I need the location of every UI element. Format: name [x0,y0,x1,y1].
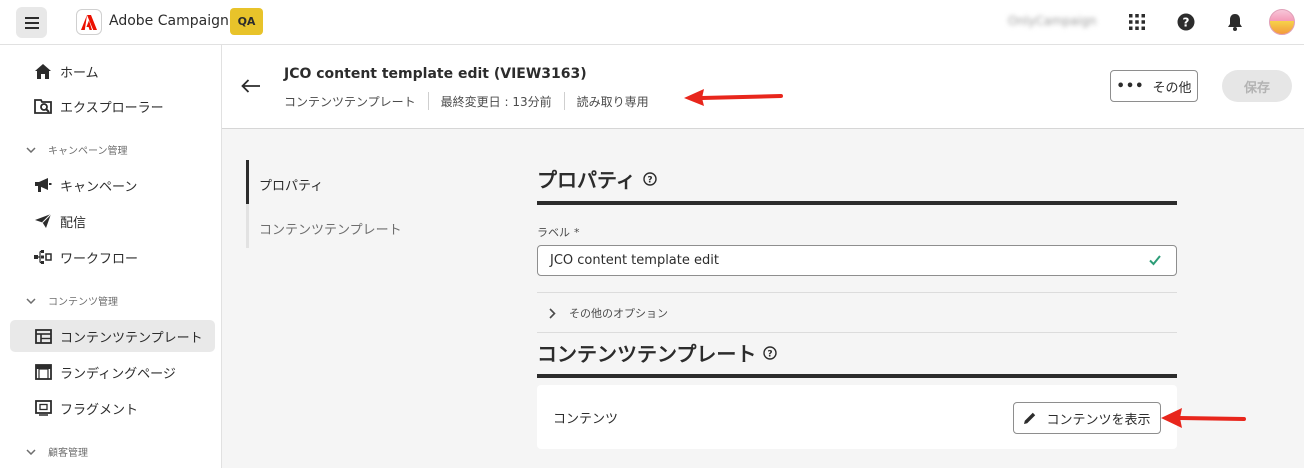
label-input-value: JCO content template edit [550,253,719,268]
chevron-down-icon [26,146,38,153]
help-icon[interactable]: ? [763,345,778,360]
sidebar-group-label: キャンペーン管理 [48,146,128,157]
sidebar-item-fragments[interactable]: フラグメント [10,392,215,424]
last-modified: 最終変更日 : 13分前 [440,94,552,109]
app-title[interactable]: Adobe Campaign [109,13,229,29]
top-bar: Adobe Campaign QA OnlyCampaign ? [0,0,1304,45]
view-content-label: コンテンツを表示 [1046,412,1151,428]
svg-text:?: ? [1183,16,1190,30]
sidebar-item-label: エクスプローラー [60,100,164,116]
sidebar-item-workflows[interactable]: ワークフロー [10,241,215,273]
megaphone-icon [33,175,53,195]
divider [563,92,565,110]
svg-text:?: ? [647,175,652,185]
object-type: コンテンツテンプレート [284,94,416,109]
sidebar-group-label: コンテンツ管理 [48,297,118,308]
section-tab-content-template[interactable]: コンテンツテンプレート [259,219,402,238]
read-only-status: 読み取り専用 [576,94,649,109]
sidebar-item-label: ワークフロー [60,251,139,267]
page-meta: コンテンツテンプレート 最終変更日 : 13分前 読み取り専用 [284,92,649,110]
pencil-icon [1023,411,1037,425]
divider [537,332,1177,333]
content-template-heading: コンテンツテンプレート ? [537,338,778,367]
save-button[interactable]: 保存 [1222,70,1292,102]
more-options-toggle[interactable]: その他のオプション [549,305,668,321]
required-marker: * [574,226,580,239]
section-divider [537,201,1177,205]
environment-badge: QA [230,8,263,35]
checkmark-icon [1148,253,1162,271]
sidebar-group-content-management[interactable]: コンテンツ管理 [26,293,118,308]
section-nav-indicator [246,160,249,204]
sidebar-item-label: キャンペーン [60,179,138,195]
landing-page-icon [33,362,53,382]
svg-text:?: ? [768,349,773,359]
more-icon: ••• [1116,78,1145,94]
divider [537,292,1177,293]
section-title-text: コンテンツテンプレート [537,342,757,366]
sidebar-group-label: 顧客管理 [48,448,88,459]
chevron-down-icon [26,297,38,304]
content-card: コンテンツ コンテンツを表示 [537,385,1177,449]
more-button-label: その他 [1152,80,1192,96]
chevron-down-icon [26,448,38,455]
sidebar-item-home[interactable]: ホーム [10,55,215,87]
menu-icon[interactable] [16,7,47,38]
chevron-right-icon [549,307,556,319]
sidebar-item-label: フラグメント [60,402,139,418]
template-icon [33,326,53,346]
sidebar-item-explorer[interactable]: エクスプローラー [10,90,215,122]
user-avatar[interactable] [1269,9,1295,35]
sidebar-item-label: コンテンツテンプレート [60,330,203,346]
explorer-icon [33,96,53,116]
section-tab-properties[interactable]: プロパティ [259,175,323,194]
sidebar-item-landing-pages[interactable]: ランディングページ [10,356,215,388]
annotation-arrow-icon [1161,408,1246,428]
more-actions-button[interactable]: ••• その他 [1110,70,1198,102]
notifications-bell-icon[interactable] [1224,11,1246,33]
sidebar-item-deliveries[interactable]: 配信 [10,205,215,237]
fragment-icon [33,398,53,418]
page-title: JCO content template edit (VIEW3163) [284,66,587,82]
sidebar-group-customer-management[interactable]: 顧客管理 [26,444,88,459]
section-nav-track [246,160,249,248]
label-text: ラベル [537,226,570,239]
content-label: コンテンツ [553,412,619,427]
more-options-label: その他のオプション [569,307,668,320]
back-arrow-icon[interactable] [240,75,262,97]
home-icon [33,61,53,81]
view-content-button[interactable]: コンテンツを表示 [1013,402,1161,434]
adobe-logo-icon[interactable] [76,9,102,35]
sidebar-group-campaign-management[interactable]: キャンペーン管理 [26,142,128,157]
sidebar-item-campaigns[interactable]: キャンペーン [10,169,215,201]
sidebar-item-content-templates[interactable]: コンテンツテンプレート [10,320,215,352]
send-icon [33,211,53,231]
workflow-icon [33,247,53,267]
help-icon[interactable]: ? [643,171,657,186]
help-icon[interactable]: ? [1175,11,1197,33]
label-input[interactable]: JCO content template edit [537,245,1177,276]
divider [427,92,429,110]
annotation-arrow-icon [684,89,783,106]
section-divider [537,374,1177,378]
label-field-label: ラベル * [537,224,580,240]
sidebar-item-label: 配信 [60,215,87,231]
section-title-text: プロパティ [537,168,636,192]
org-name[interactable]: OnlyCampaign [1008,14,1096,28]
sidebar: ホーム エクスプローラー キャンペーン管理 キャンペーン 配信 ワークフロー コ… [0,45,222,468]
apps-grid-icon[interactable] [1126,11,1148,33]
sidebar-item-label: ホーム [60,65,99,81]
sidebar-item-label: ランディングページ [60,366,176,382]
properties-heading: プロパティ ? [537,164,657,193]
